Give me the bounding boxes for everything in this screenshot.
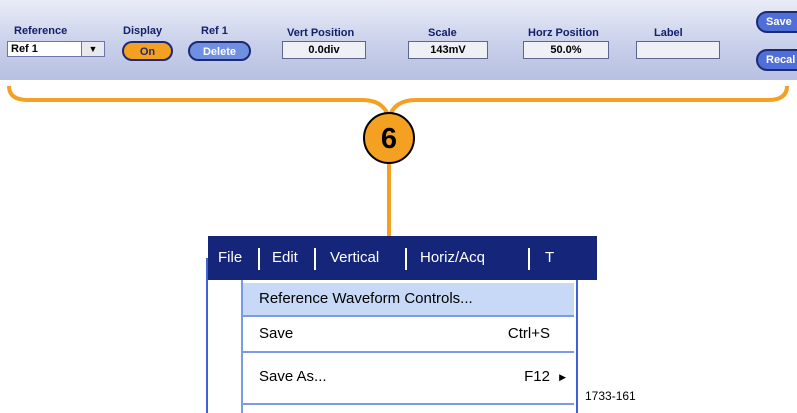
menu-edit[interactable]: Edit <box>272 236 298 280</box>
submenu-arrow-icon: ▶ <box>559 372 566 382</box>
menu-item-reference-waveform-controls[interactable]: Reference Waveform Controls... <box>243 283 574 315</box>
menu-item-shortcut: F12 <box>524 368 550 385</box>
menu-item-label: Save <box>259 325 294 342</box>
menu-bar: File Edit Vertical Horiz/Acq T <box>208 236 597 280</box>
menu-separator <box>528 248 530 270</box>
menu-horiz-acq[interactable]: Horiz/Acq <box>420 236 485 280</box>
bracket-line <box>7 85 789 126</box>
figure-id: 1733-161 <box>585 389 636 403</box>
menu-item-save-as[interactable]: Save As... F12 ▶ <box>243 361 574 393</box>
menu-item-label: Reference Waveform Controls... <box>259 290 473 307</box>
menu-item-shortcut: Ctrl+S <box>507 325 550 342</box>
menu-t-truncated[interactable]: T <box>545 236 554 280</box>
menu-divider <box>243 403 574 405</box>
menu-divider <box>243 351 574 353</box>
menu-item-label: Save As... <box>259 368 327 385</box>
menu-separator <box>405 248 407 270</box>
step-number: 6 <box>381 123 397 155</box>
menu-vertical[interactable]: Vertical <box>330 236 379 280</box>
menu-divider <box>243 315 574 317</box>
menu-item-save[interactable]: Save Ctrl+S <box>243 318 574 350</box>
menu-file[interactable]: File <box>218 236 242 280</box>
menu-separator <box>258 248 260 270</box>
menu-separator <box>314 248 316 270</box>
